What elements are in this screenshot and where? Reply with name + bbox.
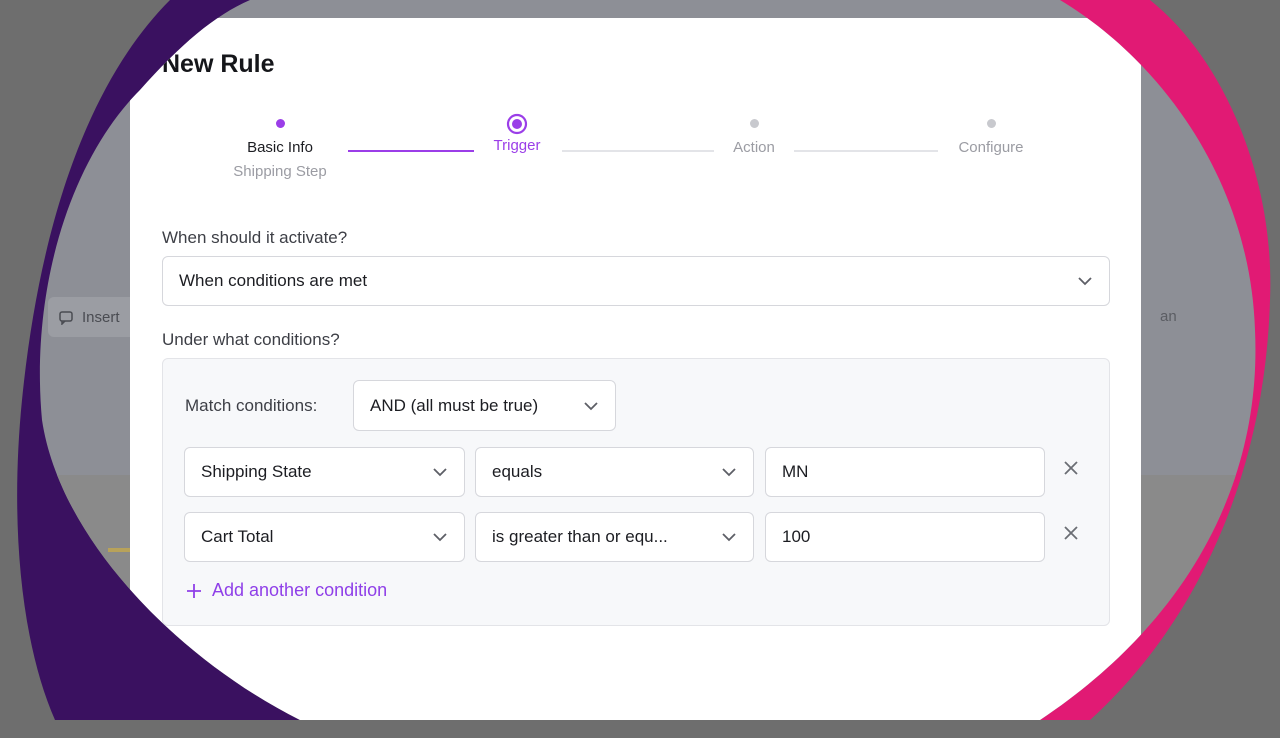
step-configure[interactable]: Configure [911,119,1071,156]
add-condition-button[interactable]: Add another condition [186,580,387,601]
remove-condition-icon[interactable] [1062,524,1080,542]
chevron-down-icon [721,532,737,542]
step-label: Action [733,139,775,156]
step-label: Basic Info [247,139,313,156]
background-insert-button: Insert [48,297,138,337]
step-label: Configure [958,139,1024,156]
condition-value-text: 100 [782,527,811,546]
add-condition-label: Add another condition [212,580,388,600]
comment-icon [58,309,74,325]
match-conditions-select[interactable]: AND (all must be true) [353,380,616,431]
condition-field-value: Shipping State [201,462,312,481]
chevron-down-icon [1077,276,1093,286]
chevron-down-icon [583,401,599,411]
match-conditions-selected: AND (all must be true) [370,395,539,415]
condition-operator-value: equals [492,462,543,481]
condition-operator-select[interactable]: is greater than or equ... [475,512,754,562]
step-current-dot [506,113,528,135]
step-upcoming-dot [987,119,996,128]
chevron-down-icon [721,467,737,477]
conditions-question: Under what conditions? [162,330,340,349]
chevron-down-icon [432,467,448,477]
activation-selected: When conditions are met [179,271,368,290]
screen-viewport: Insert an New Rule Basic Info Shipping S… [0,0,1280,720]
activation-question: When should it activate? [162,228,348,247]
condition-operator-value: is greater than or equ... [492,527,668,546]
step-trigger[interactable]: Trigger [437,113,597,154]
step-action[interactable]: Action [674,119,834,156]
condition-operator-select[interactable]: equals [475,447,754,497]
condition-value-input[interactable]: 100 [765,512,1045,562]
step-label: Trigger [493,137,541,154]
plus-icon [186,583,202,599]
condition-value-text: MN [782,462,809,481]
chevron-down-icon [432,532,448,542]
condition-value-input[interactable]: MN [765,447,1045,497]
condition-field-select[interactable]: Shipping State [184,447,465,497]
condition-field-select[interactable]: Cart Total [184,512,465,562]
modal-title: New Rule [162,50,275,78]
step-basic-info[interactable]: Basic Info Shipping Step [200,119,360,180]
step-sublabel: Shipping Step [233,163,327,180]
condition-field-value: Cart Total [201,527,274,546]
background-insert-label: Insert [82,308,120,326]
background-text: an [1160,308,1177,325]
remove-condition-icon[interactable] [1062,459,1080,477]
activation-select[interactable]: When conditions are met [162,256,1110,306]
step-upcoming-dot [750,119,759,128]
step-complete-dot [276,119,285,128]
match-conditions-label: Match conditions: [185,396,318,415]
